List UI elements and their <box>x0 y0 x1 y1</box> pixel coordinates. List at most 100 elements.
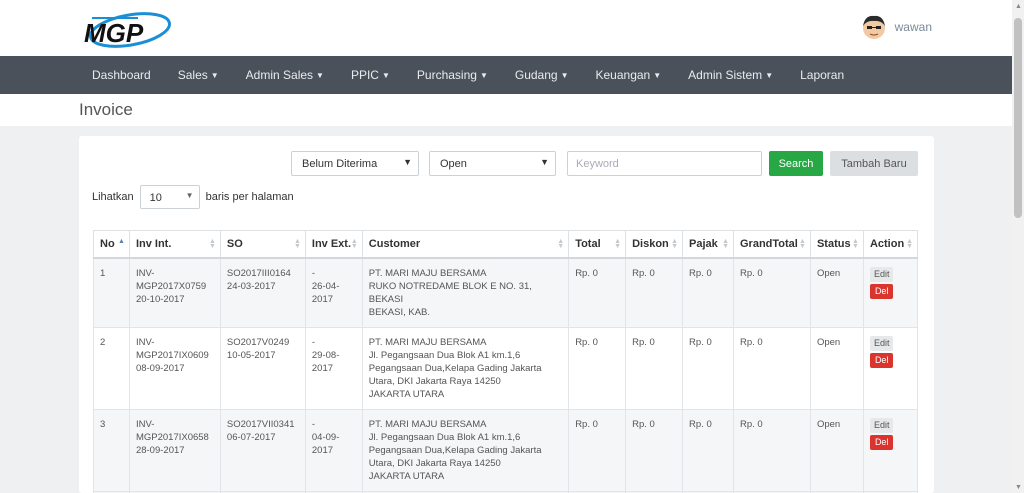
sort-icon: ▲ ▼ <box>557 238 565 250</box>
cell-so-line: SO2017III0164 <box>226 267 291 279</box>
cell-no-line: 2 <box>100 336 106 348</box>
invoice-table: No ▲ Inv Int. ▲ ▼ SO ▲ ▼ Inv Ext. ▲ ▼ Customer ▲ ▼ Tot… <box>93 230 919 493</box>
user-menu[interactable]: wawan <box>861 14 932 40</box>
table-row[interactable]: 2 INV-MGP2017IX0609 08-09-2017 SO2017V0249 1… <box>93 326 919 410</box>
mgp-logo[interactable]: MGP <box>78 8 174 50</box>
table-row[interactable]: 1 INV-MGP2017X0759 20-10-2017 SO2017III0164… <box>93 257 919 328</box>
cell-so-line: 10-05-2017 <box>226 349 276 361</box>
nav-item-admin-sistem[interactable]: Admin Sistem ▼ <box>688 68 773 82</box>
open-filter-select[interactable]: Open ▼ <box>429 151 556 176</box>
column-header-inv-ext[interactable]: Inv Ext. ▲ ▼ <box>304 230 363 259</box>
nav-item-laporan[interactable]: Laporan <box>800 68 844 82</box>
caret-down-icon: ▼ <box>560 71 569 80</box>
cell-inv-ext-line: - <box>311 267 316 279</box>
page-length-value: 10 <box>149 192 162 204</box>
column-header-no[interactable]: No ▲ <box>93 230 130 259</box>
column-header-diskon[interactable]: Diskon ▲ ▼ <box>625 230 684 259</box>
nav-item-sales[interactable]: Sales ▼ <box>178 68 219 82</box>
nav-item-gudang[interactable]: Gudang ▼ <box>515 68 569 82</box>
nav-item-label: Admin Sales <box>245 68 314 82</box>
cell-diskon: Rp. 0 <box>625 326 684 410</box>
scroll-up-icon[interactable]: ▲ <box>1015 3 1022 10</box>
cell-no-line: 3 <box>100 418 106 430</box>
cell-total-line: Rp. 0 <box>575 267 598 279</box>
nav-item-admin-sales[interactable]: Admin Sales ▼ <box>246 68 324 82</box>
sort-icon: ▲ ▼ <box>208 238 216 250</box>
nav-item-purchasing[interactable]: Purchasing ▼ <box>417 68 488 82</box>
invoice-panel: Belum Diterima ▼ Open ▼ Search Tambah Ba… <box>79 136 934 493</box>
nav-item-label: Purchasing <box>416 68 477 82</box>
chevron-down-icon: ▼ <box>403 157 412 167</box>
page-scrollbar[interactable]: ▲ ▼ <box>1012 0 1024 493</box>
delete-button[interactable]: Del <box>869 283 894 299</box>
sort-icon: ▲ ▼ <box>906 238 913 250</box>
add-new-button[interactable]: Tambah Baru <box>830 151 918 176</box>
cell-pajak: Rp. 0 <box>682 257 734 328</box>
cell-grandtotal: Rp. 0 <box>733 326 811 410</box>
caret-down-icon: ▼ <box>381 71 390 80</box>
table-row[interactable]: 3 INV-MGP2017IX0658 28-09-2017 SO2017VII034… <box>93 408 919 492</box>
sort-icon: ▲ ▼ <box>852 238 859 250</box>
cell-inv-int: INV-MGP2017IX0658 28-09-2017 <box>128 408 221 492</box>
nav-item-dashboard[interactable]: Dashboard <box>92 68 151 82</box>
open-filter-value: Open <box>440 158 467 170</box>
column-header-action[interactable]: Action ▲ ▼ <box>862 230 919 259</box>
nav-item-ppic[interactable]: PPIC ▼ <box>351 68 390 82</box>
caret-down-icon: ▼ <box>210 71 219 80</box>
cell-grandtotal-line: Rp. 0 <box>740 418 763 430</box>
scrollbar-thumb[interactable] <box>1014 18 1022 218</box>
cell-customer-line: PT. MARI MAJU BERSAMA <box>368 418 487 430</box>
edit-button[interactable]: Edit <box>869 266 894 282</box>
cell-inv-ext-line: - <box>311 336 316 348</box>
cell-so: SO2017III0164 24-03-2017 <box>219 257 306 328</box>
search-button[interactable]: Search <box>769 151 823 176</box>
column-header-grandtotal[interactable]: GrandTotal ▲ ▼ <box>733 230 811 259</box>
delete-button[interactable]: Del <box>869 434 894 450</box>
cell-so: SO2017VII0341 06-07-2017 <box>219 408 306 492</box>
sort-icon: ▲ ▼ <box>350 238 358 250</box>
status-filter-value: Belum Diterima <box>302 158 378 170</box>
cell-pajak-line: Rp. 0 <box>689 267 712 279</box>
cell-grandtotal: Rp. 0 <box>733 257 811 328</box>
sort-icon: ▲ ▼ <box>671 238 679 250</box>
status-filter-select[interactable]: Belum Diterima ▼ <box>291 151 419 176</box>
column-header-inv-int[interactable]: Inv Int. ▲ ▼ <box>128 230 221 259</box>
cell-pajak-line: Rp. 0 <box>689 418 712 430</box>
cell-inv-int-line: INV-MGP2017IX0609 <box>135 336 209 361</box>
column-header-status[interactable]: Status ▲ ▼ <box>809 230 864 259</box>
nav-item-keuangan[interactable]: Keuangan ▼ <box>596 68 662 82</box>
cell-customer: PT. MARI MAJU BERSAMA RUKO NOTREDAME BLOK… <box>361 257 570 328</box>
cell-inv-int-line: INV-MGP2017X0759 <box>135 267 207 292</box>
cell-diskon: Rp. 0 <box>625 408 684 492</box>
column-header-pajak[interactable]: Pajak ▲ ▼ <box>682 230 734 259</box>
edit-button[interactable]: Edit <box>869 335 894 351</box>
nav-item-label: Sales <box>177 68 208 82</box>
cell-grandtotal-line: Rp. 0 <box>740 267 763 279</box>
sort-icon: ▲ ▼ <box>722 238 729 250</box>
cell-no: 1 <box>93 257 130 328</box>
delete-button[interactable]: Del <box>869 352 894 368</box>
column-header-label: Customer <box>368 237 421 250</box>
chevron-down-icon: ▼ <box>540 157 549 167</box>
cell-no: 2 <box>93 326 130 410</box>
cell-status: Open <box>809 408 864 492</box>
scroll-down-icon[interactable]: ▼ <box>1015 484 1022 491</box>
cell-status-line: Open <box>816 267 841 279</box>
cell-customer: PT. MARI MAJU BERSAMA Jl. Pegangsaan Dua … <box>361 408 570 492</box>
edit-button[interactable]: Edit <box>869 417 894 433</box>
column-header-so[interactable]: SO ▲ ▼ <box>219 230 306 259</box>
column-header-total[interactable]: Total ▲ ▼ <box>568 230 627 259</box>
table-body: 1 INV-MGP2017X0759 20-10-2017 SO2017III0164… <box>93 257 919 493</box>
keyword-input[interactable] <box>567 151 762 176</box>
cell-diskon-line: Rp. 0 <box>632 418 655 430</box>
column-header-customer[interactable]: Customer ▲ ▼ <box>361 230 570 259</box>
page-length-select[interactable]: 10 ▼ <box>139 185 200 209</box>
caret-down-icon: ▼ <box>316 71 324 80</box>
cell-status: Open <box>809 326 864 410</box>
cell-total: Rp. 0 <box>568 326 627 410</box>
page-title: Invoice <box>79 100 133 119</box>
caret-down-icon: ▼ <box>765 71 774 80</box>
nav-item-label: Admin Sistem <box>688 68 763 82</box>
chevron-down-icon: ▼ <box>185 191 194 200</box>
cell-diskon: Rp. 0 <box>625 257 684 328</box>
